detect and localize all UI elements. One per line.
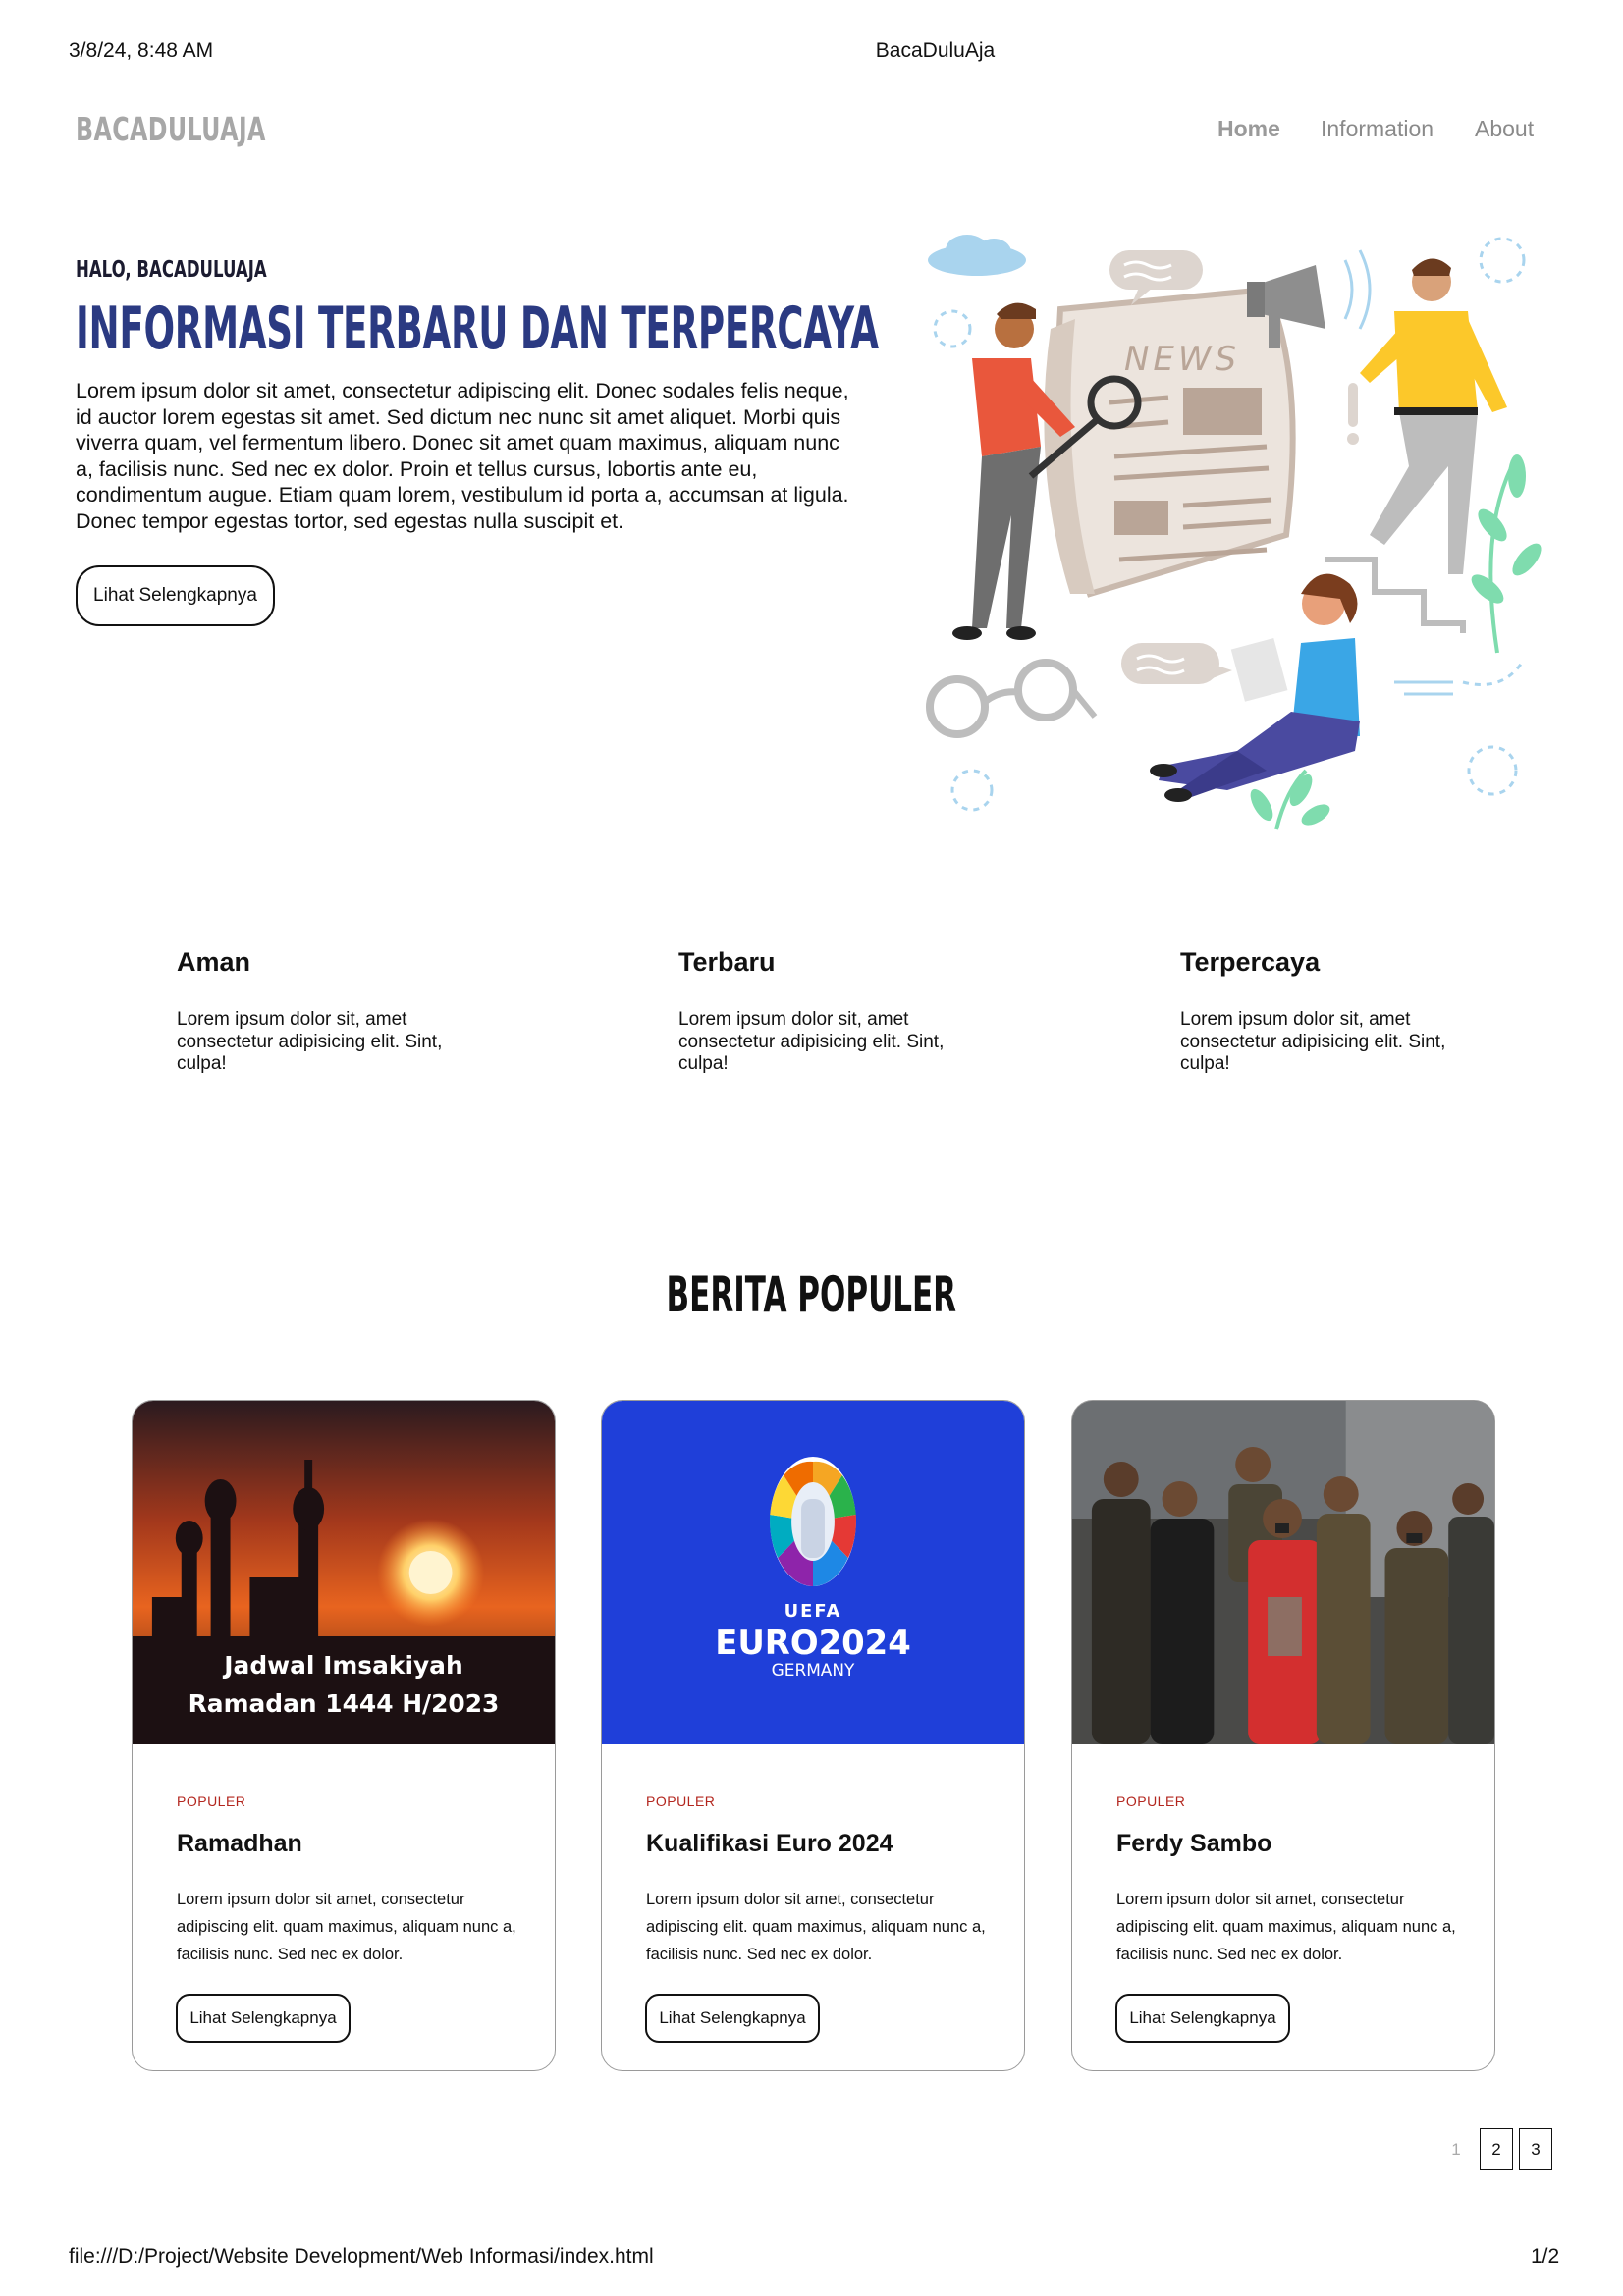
card-title: Ramadhan xyxy=(177,1830,302,1857)
card-text: Lorem ipsum dolor sit amet, consectetur … xyxy=(646,1891,986,1963)
pagination-page-3[interactable]: 3 xyxy=(1519,2128,1552,2170)
news-card-ferdy-sambo[interactable]: POPULER Ferdy Sambo Lorem ipsum dolor si… xyxy=(1071,1400,1495,2071)
news-card-euro[interactable]: UEFA EURO2024 GERMANY POPULER Kualifikas… xyxy=(601,1400,1025,2071)
feature-title-aman: Aman xyxy=(177,947,251,977)
feature-title-terbaru: Terbaru xyxy=(678,947,776,977)
card-tag: POPULER xyxy=(177,1793,246,1809)
nav-about[interactable]: About xyxy=(1475,116,1534,142)
pagination-page-2[interactable]: 2 xyxy=(1480,2128,1513,2170)
euro-logo-uefa: UEFA xyxy=(784,1601,842,1622)
card-text: Lorem ipsum dolor sit amet, consectetur … xyxy=(1116,1891,1456,1963)
ramadhan-image: Jadwal Imsakiyah Ramadan 1444 H/2023 xyxy=(133,1401,555,1744)
card-tag: POPULER xyxy=(1116,1793,1186,1809)
print-page-title: BacaDuluAja xyxy=(875,39,996,62)
card-text: Lorem ipsum dolor sit amet, consectetur … xyxy=(177,1891,516,1963)
feature-title-terpercaya: Terpercaya xyxy=(1180,947,1321,977)
euro-2024-image: UEFA EURO2024 GERMANY xyxy=(602,1401,1024,1744)
ferdy-sambo-image xyxy=(1072,1401,1494,1744)
hero-more-button[interactable]: Lihat Selengkapnya xyxy=(76,565,275,626)
hero-text: Lorem ipsum dolor sit amet, consectetur … xyxy=(76,379,849,533)
card-tag: POPULER xyxy=(646,1793,716,1809)
card-title: Ferdy Sambo xyxy=(1116,1830,1272,1857)
card-more-button[interactable]: Lihat Selengkapnya xyxy=(645,1994,820,2043)
ramadhan-image-caption-1: Jadwal Imsakiyah xyxy=(222,1651,462,1680)
news-card-ramadhan[interactable]: Jadwal Imsakiyah Ramadan 1444 H/2023 POP… xyxy=(132,1400,556,2071)
print-file-path: file:///D:/Project/Website Development/W… xyxy=(69,2245,654,2268)
nav-home[interactable]: Home xyxy=(1217,116,1280,142)
pagination-page-1[interactable]: 1 xyxy=(1439,2128,1473,2170)
popular-section-title: BERITA POPULER xyxy=(666,1266,957,1323)
brand-logo[interactable]: BACADULUAJA xyxy=(76,110,266,148)
feature-text-terbaru: Lorem ipsum dolor sit, amet consectetur … xyxy=(678,1009,945,1074)
feature-text-aman: Lorem ipsum dolor sit, amet consectetur … xyxy=(177,1009,443,1074)
news-illustration-label: NEWS xyxy=(1124,340,1240,379)
nav-information[interactable]: Information xyxy=(1321,116,1434,142)
card-more-button[interactable]: Lihat Selengkapnya xyxy=(176,1994,351,2043)
euro-logo-germany: GERMANY xyxy=(772,1660,855,1680)
print-page-number: 1/2 xyxy=(1531,2245,1560,2268)
feature-text-terpercaya: Lorem ipsum dolor sit, amet consectetur … xyxy=(1180,1009,1446,1074)
hero-title: INFORMASI TERBARU DAN TERPERCAYA xyxy=(76,294,879,363)
card-title: Kualifikasi Euro 2024 xyxy=(646,1830,893,1857)
ramadhan-image-caption-2: Ramadan 1444 H/2023 xyxy=(189,1689,500,1718)
euro-logo-title: EURO2024 xyxy=(715,1624,911,1662)
news-illustration: NEWS xyxy=(926,235,1542,830)
hero-subtitle: HALO, BACADULUAJA xyxy=(76,257,267,283)
card-more-button[interactable]: Lihat Selengkapnya xyxy=(1115,1994,1290,2043)
